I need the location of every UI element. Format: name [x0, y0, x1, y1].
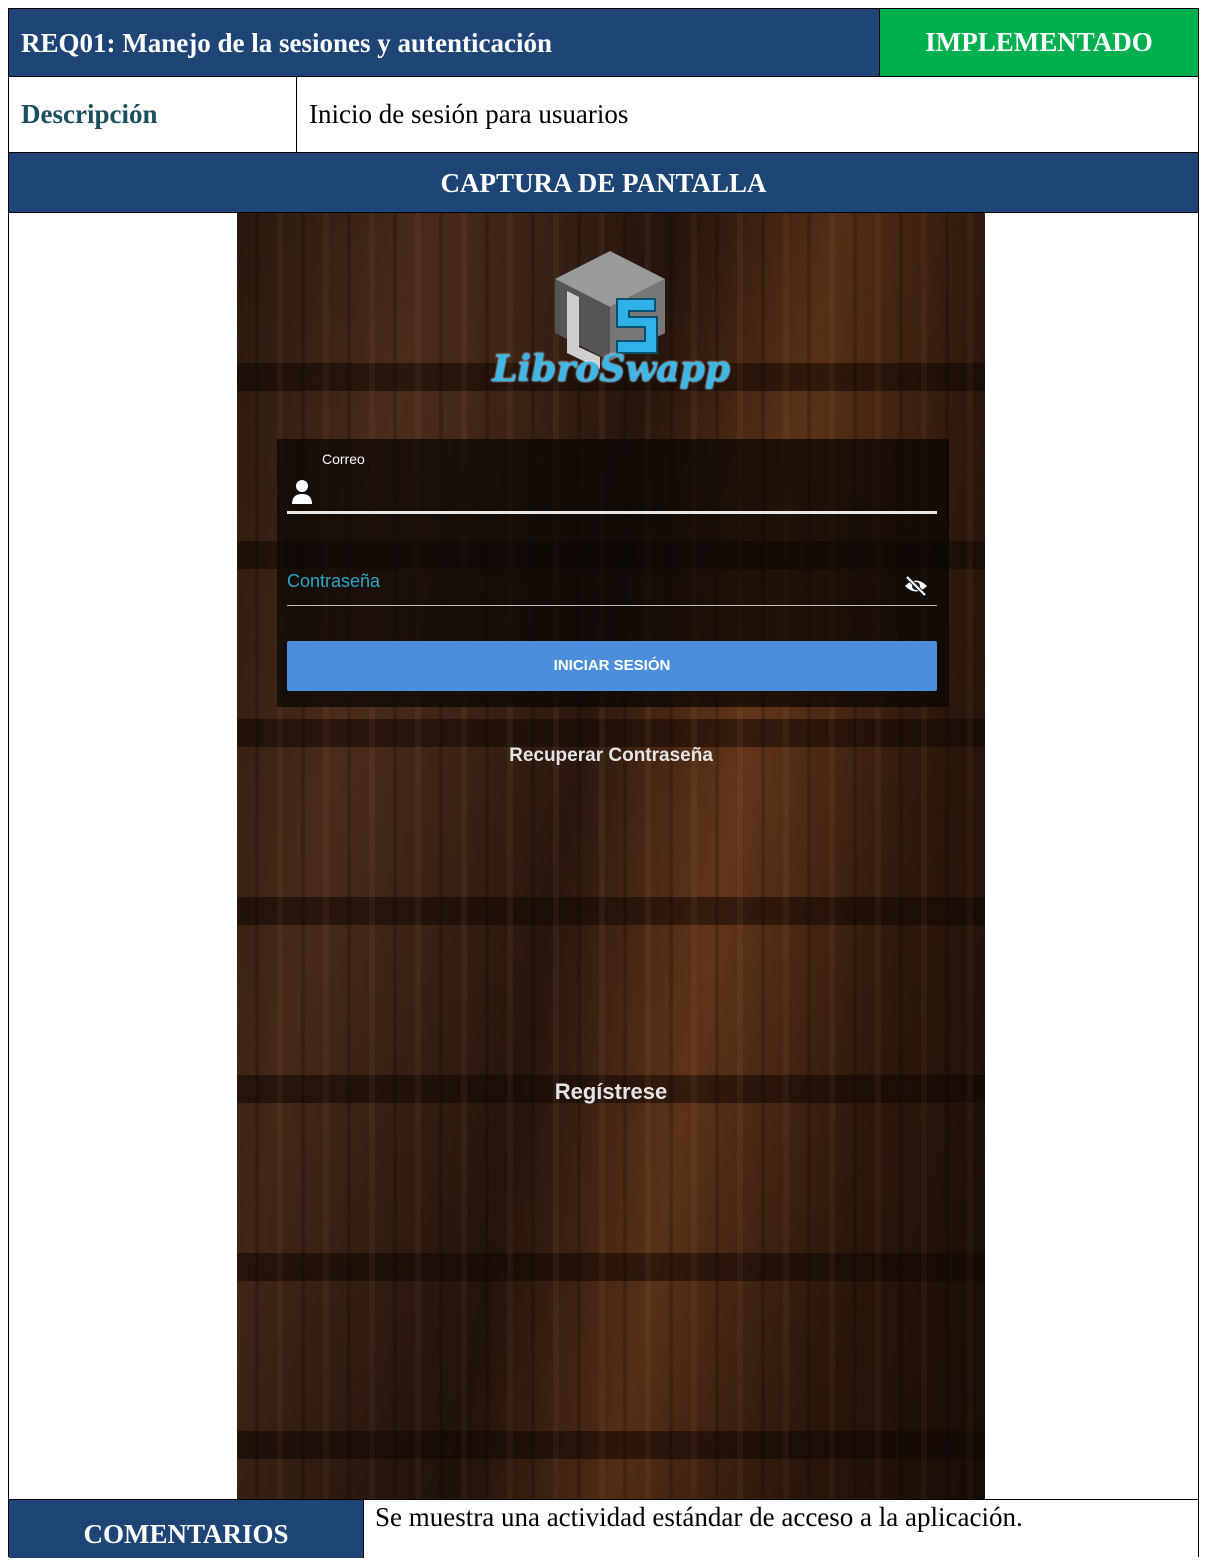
password-underline — [287, 605, 937, 606]
screenshot-section-title: CAPTURA DE PANTALLA — [9, 153, 1198, 213]
comments-label: COMENTARIOS — [9, 1500, 364, 1558]
email-field[interactable] — [287, 511, 937, 514]
description-value: Inicio de sesión para usuarios — [309, 99, 629, 129]
comments-row: COMENTARIOS Se muestra una actividad est… — [9, 1499, 1198, 1558]
app-login-screenshot: LibroSwapp Correo Contraseña INICIAR SES… — [237, 213, 985, 1499]
requirement-header: REQ01: Manejo de la sesiones y autentica… — [9, 9, 1198, 77]
libroswapp-logo-icon — [555, 251, 665, 369]
description-row: Descripción Inicio de sesión para usuari… — [9, 77, 1198, 153]
requirement-title: REQ01: Manejo de la sesiones y autentica… — [21, 28, 552, 58]
screenshot-cell: LibroSwapp Correo Contraseña INICIAR SES… — [9, 213, 1198, 1499]
login-form: Correo Contraseña INICIAR SESIÓN — [277, 439, 949, 707]
user-icon — [292, 480, 312, 504]
register-link[interactable]: Regístrese — [237, 1079, 985, 1105]
description-label: Descripción — [9, 77, 297, 152]
status-badge: IMPLEMENTADO — [879, 9, 1198, 76]
requirement-table: REQ01: Manejo de la sesiones y autentica… — [8, 8, 1199, 1558]
recover-password-link[interactable]: Recuperar Contraseña — [237, 745, 985, 767]
logo-text: LibroSwapp — [492, 348, 730, 390]
email-field-label: Correo — [322, 451, 365, 467]
eye-off-icon[interactable] — [903, 573, 929, 599]
password-field[interactable]: Contraseña — [287, 571, 380, 592]
comments-value: Se muestra una actividad estándar de acc… — [375, 1502, 1023, 1532]
login-button[interactable]: INICIAR SESIÓN — [287, 641, 937, 691]
